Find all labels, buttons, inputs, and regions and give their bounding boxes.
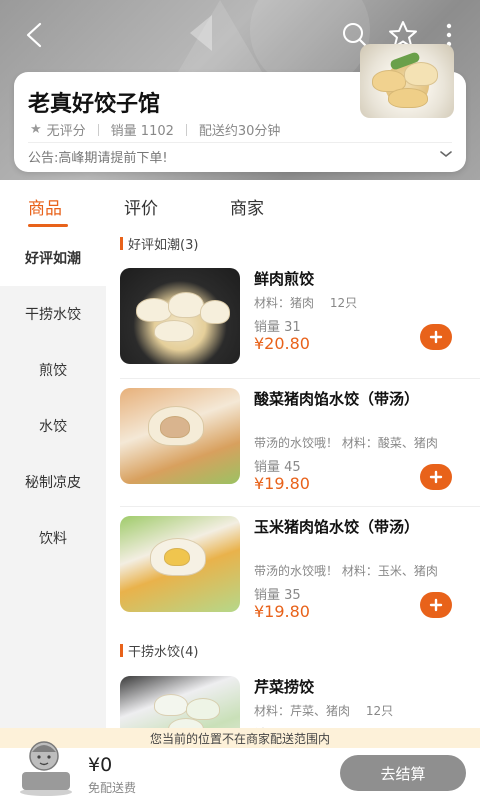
dish-image bbox=[120, 388, 240, 484]
cart-total: ¥0 bbox=[88, 754, 113, 776]
back-button[interactable] bbox=[18, 18, 52, 52]
section-title: 干捞水饺(4) bbox=[120, 641, 198, 660]
dish-price: ¥20.80 bbox=[254, 334, 310, 353]
expand-notice-button[interactable] bbox=[438, 146, 454, 162]
dish-name: 鲜肉煎饺 bbox=[254, 270, 315, 288]
dish-description: 材料：芹菜、猪肉 12只 bbox=[254, 704, 394, 718]
dish-price: ¥19.80 bbox=[254, 602, 310, 621]
dish-name: 玉米猪肉馅水饺（带汤） bbox=[254, 518, 420, 536]
plus-icon bbox=[429, 470, 443, 484]
dish-name: 芹菜捞饺 bbox=[254, 678, 315, 696]
sidebar-item-good-reviews[interactable]: 好评如潮 bbox=[0, 230, 106, 286]
dish-description: 带汤的水饺哦！ 材料：酸菜、猪肉 bbox=[254, 436, 438, 450]
plus-icon bbox=[429, 598, 443, 612]
add-to-cart-button[interactable] bbox=[420, 592, 452, 618]
dish-description: 带汤的水饺哦！ 材料：玉米、猪肉 bbox=[254, 564, 438, 578]
tab-reviews[interactable]: 评价 bbox=[124, 194, 158, 219]
add-to-cart-button[interactable] bbox=[420, 324, 452, 350]
delivery-fee: 免配送费 bbox=[88, 781, 137, 795]
store-sales: 销量 1102 bbox=[110, 124, 174, 139]
store-logo-image bbox=[360, 44, 454, 118]
dish-price: ¥19.80 bbox=[254, 474, 310, 493]
sidebar-item-boiled-dumplings[interactable]: 水饺 bbox=[0, 398, 106, 454]
dish-sales: 销量 31 bbox=[254, 320, 301, 335]
plus-icon bbox=[429, 330, 443, 344]
cart-mascot-icon[interactable] bbox=[14, 734, 78, 798]
tab-products[interactable]: 商品 bbox=[28, 194, 62, 219]
tab-merchant[interactable]: 商家 bbox=[230, 194, 264, 219]
sidebar-item-drinks[interactable]: 饮料 bbox=[0, 510, 106, 566]
dish-name: 酸菜猪肉馅水饺（带汤） bbox=[254, 390, 420, 408]
cart-icon bbox=[20, 741, 72, 796]
checkout-button[interactable]: 去结算 bbox=[340, 755, 466, 791]
store-rating: 无评分 bbox=[46, 124, 86, 139]
tab-active-indicator bbox=[28, 224, 68, 227]
store-delivery-time: 配送约30分钟 bbox=[198, 124, 281, 139]
back-arrow-icon bbox=[26, 22, 42, 48]
section-title: 好评如潮(3) bbox=[120, 234, 198, 253]
product-list: 好评如潮(3) 鲜肉煎饺 材料：猪肉 12只 销量 31 ¥20.80 酸菜猪肉… bbox=[106, 230, 480, 750]
dish-image bbox=[120, 516, 240, 612]
store-meta: ★ 无评分 销量 1102 配送约30分钟 bbox=[30, 120, 280, 139]
sidebar-item-cold-noodles[interactable]: 秘制凉皮 bbox=[0, 454, 106, 510]
sidebar-item-fried-dumplings[interactable]: 煎饺 bbox=[0, 342, 106, 398]
dish-description: 材料：猪肉 12只 bbox=[254, 296, 358, 310]
chevron-down-icon bbox=[440, 151, 452, 158]
store-notice: 公告:高峰期请提前下单! bbox=[28, 151, 168, 166]
tab-bar: 商品 评价 商家 bbox=[0, 180, 480, 230]
dish-image bbox=[120, 268, 240, 364]
store-name: 老真好饺子馆 bbox=[28, 92, 161, 117]
rating-star-icon: ★ bbox=[30, 122, 42, 137]
dish-sales: 销量 35 bbox=[254, 588, 301, 603]
sidebar-item-dry-dumplings[interactable]: 干捞水饺 bbox=[0, 286, 106, 342]
add-to-cart-button[interactable] bbox=[420, 464, 452, 490]
category-sidebar: 好评如潮 干捞水饺 煎饺 水饺 秘制凉皮 饮料 bbox=[0, 230, 106, 750]
dish-sales: 销量 45 bbox=[254, 460, 301, 475]
